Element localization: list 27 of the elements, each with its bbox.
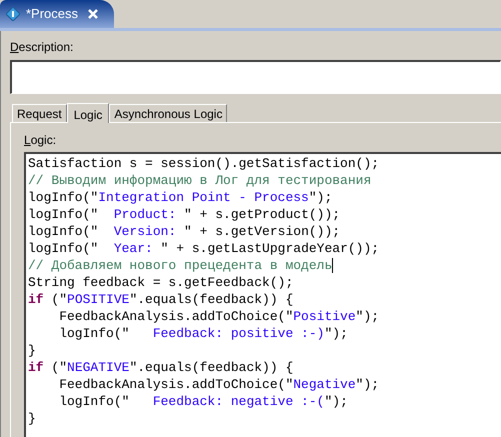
description-field[interactable] [10, 60, 501, 94]
tab[interactable]: Logic [66, 103, 110, 123]
code-line: // Добавляем нового прецедента в модель [28, 257, 332, 274]
code-line: } [28, 410, 36, 427]
editor-tab[interactable]: *Process [0, 0, 114, 28]
code-line: // Выводим информацию в Лог для тестирования [28, 172, 372, 189]
diamond-icon [6, 7, 20, 21]
code-line: logInfo(" Version: " + s.getVersion()); [28, 223, 340, 240]
close-icon[interactable] [88, 9, 98, 19]
code-line: logInfo(" Feedback: negative :-("); [58, 393, 348, 410]
code-line: logInfo(" Product: " + s.getProduct()); [28, 206, 340, 223]
code-line: if ("POSITIVE".equals(feedback)) { [28, 291, 294, 308]
text-cursor [332, 258, 334, 273]
code-line: FeedbackAnalysis.addToChoice("Negative"); [58, 376, 380, 393]
code-editor[interactable] [24, 152, 501, 437]
code-line: FeedbackAnalysis.addToChoice("Positive"); [58, 308, 380, 325]
tab[interactable]: Request [12, 104, 67, 122]
code-line: logInfo("Integration Point - Process"); [28, 189, 332, 206]
code-line: if ("NEGATIVE".equals(feedback)) { [28, 359, 294, 376]
code-line: } [28, 342, 36, 359]
code-line: logInfo(" Year: " + s.getLastUpgradeYear()); [28, 240, 380, 257]
code-line: logInfo(" Feedback: positive :-)"); [58, 325, 348, 342]
code-line: Satisfaction s = session().getSatisfaction(); [28, 155, 380, 172]
logic-label: Logic: [24, 133, 56, 147]
description-label: Description: [10, 40, 74, 54]
code-line: String feedback = s.getFeedback(); [28, 274, 294, 291]
tab[interactable]: Asynchronous Logic [109, 104, 228, 122]
